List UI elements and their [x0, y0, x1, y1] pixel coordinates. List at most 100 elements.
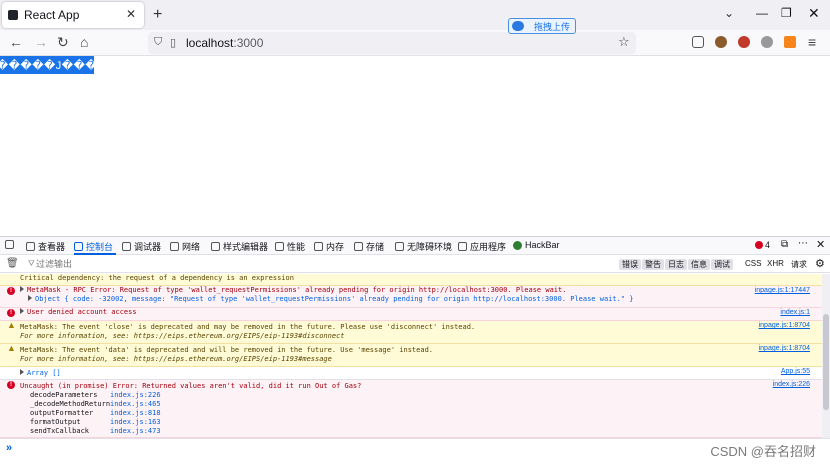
- error-icon: !: [7, 381, 15, 389]
- new-tab-button[interactable]: +: [153, 6, 162, 24]
- tab-style-editor[interactable]: 样式编辑器: [211, 240, 268, 253]
- object-preview[interactable]: Object { code: -32002, message: "Request…: [35, 295, 633, 303]
- array-preview[interactable]: Array []: [27, 369, 61, 377]
- console-prompt-icon[interactable]: »: [6, 442, 12, 454]
- devtools-panel: 查看器 控制台 调试器 网络 样式编辑器 性能 内存 存储 无障碍环境 应用程序…: [0, 236, 830, 467]
- list-tabs-icon[interactable]: ⌄: [724, 6, 734, 20]
- tab-accessibility[interactable]: 无障碍环境: [395, 240, 452, 253]
- filter-xhr-button[interactable]: XHR: [767, 259, 784, 268]
- home-icon[interactable]: ⌂: [80, 34, 88, 50]
- element-picker-icon[interactable]: [5, 240, 17, 249]
- cloud-upload-icon: [512, 21, 524, 31]
- error-dot-icon: [755, 241, 763, 249]
- console-icon: [74, 242, 83, 251]
- source-link[interactable]: App.js:55: [781, 368, 810, 375]
- stack-source-link[interactable]: index.js:818: [110, 409, 161, 418]
- tab-close-icon[interactable]: ✕: [126, 7, 136, 21]
- message-text: For more information, see: https://eips.…: [20, 332, 345, 340]
- application-icon: [458, 242, 467, 251]
- expand-triangle-icon[interactable]: [20, 286, 24, 292]
- pocket-icon[interactable]: [692, 36, 704, 48]
- filter-funnel-icon: ⛛: [28, 259, 35, 268]
- trash-icon[interactable]: 🗑: [6, 258, 19, 269]
- message-text: MetaMask - RPC Error: Request of type 'w…: [27, 286, 567, 294]
- source-link[interactable]: inpage.js:1:8704: [759, 345, 810, 352]
- shield-icon[interactable]: ⛉: [154, 36, 162, 49]
- tab-hackbar[interactable]: HackBar: [513, 240, 560, 250]
- window-close-icon[interactable]: ✕: [808, 5, 820, 22]
- upload-pill[interactable]: 拖拽上传: [508, 18, 576, 34]
- console-filter-bar: 🗑 ⛛ 错误 警告 日志 信息 调试 CSS XHR 请求 ⚙: [0, 256, 830, 273]
- filter-css-button[interactable]: CSS: [745, 259, 761, 268]
- tab-inspector[interactable]: 查看器: [26, 240, 65, 253]
- devtools-tab-bar: 查看器 控制台 调试器 网络 样式编辑器 性能 内存 存储 无障碍环境 应用程序…: [0, 237, 830, 255]
- more-options-icon[interactable]: ⋯: [798, 238, 808, 249]
- source-link[interactable]: inpage.js:1:8704: [759, 322, 810, 329]
- tab-performance[interactable]: 性能: [275, 240, 305, 253]
- error-icon: !: [7, 309, 15, 317]
- debugger-icon: [122, 242, 131, 251]
- extension-gray-icon[interactable]: [761, 36, 773, 48]
- react-favicon-icon: [8, 10, 18, 20]
- restore-icon[interactable]: ❐: [781, 6, 792, 20]
- filter-logs-button[interactable]: 日志: [665, 259, 687, 270]
- tab-network[interactable]: 网络: [170, 240, 200, 253]
- filter-debug-button[interactable]: 调试: [711, 259, 733, 270]
- extension-cookie-icon[interactable]: [715, 36, 727, 48]
- page-action-button[interactable]: �����J���: [0, 56, 97, 74]
- filter-requests-button[interactable]: 请求: [791, 259, 807, 270]
- accessibility-icon: [395, 242, 404, 251]
- tab-debugger[interactable]: 调试器: [122, 240, 161, 253]
- error-count-badge[interactable]: 4: [755, 240, 770, 250]
- tab-memory[interactable]: 内存: [314, 240, 344, 253]
- back-icon[interactable]: ←: [9, 34, 23, 50]
- filter-input[interactable]: [36, 259, 596, 269]
- stack-source-link[interactable]: index.js:473: [110, 427, 161, 436]
- settings-gear-icon[interactable]: ⚙: [815, 257, 825, 270]
- message-text: User denied account access: [27, 308, 137, 316]
- filter-errors-button[interactable]: 错误: [619, 259, 641, 270]
- network-icon: [170, 242, 179, 251]
- stack-frame: _decodeMethodReturn index.js:465: [30, 400, 161, 409]
- filter-warnings-button[interactable]: 警告: [642, 259, 664, 270]
- source-link[interactable]: index.js:1: [780, 309, 810, 316]
- tab-application[interactable]: 应用程序: [458, 240, 506, 253]
- tab-console[interactable]: 控制台: [74, 240, 113, 253]
- message-text: For more information, see: https://eips.…: [20, 355, 332, 363]
- reload-icon[interactable]: ↻: [57, 34, 69, 51]
- expand-triangle-icon[interactable]: [20, 308, 24, 314]
- dock-icon[interactable]: ⧉: [781, 239, 788, 250]
- tab-storage[interactable]: 存储: [354, 240, 384, 253]
- page-icon: ▯: [170, 37, 177, 49]
- devtools-close-icon[interactable]: ✕: [816, 238, 825, 251]
- hackbar-icon: [513, 240, 522, 250]
- browser-tab[interactable]: React App ✕: [2, 2, 144, 28]
- source-link[interactable]: index.js:226: [773, 381, 810, 388]
- extension-red-icon[interactable]: [738, 36, 750, 48]
- menu-icon[interactable]: ≡: [808, 34, 816, 50]
- console-message: ! MetaMask - RPC Error: Request of type …: [0, 286, 822, 308]
- bookmark-star-icon[interactable]: ☆: [618, 34, 630, 50]
- active-tab-indicator: [74, 253, 116, 255]
- expand-triangle-icon[interactable]: [20, 369, 24, 375]
- console-input-row[interactable]: »: [0, 438, 830, 458]
- performance-icon: [275, 242, 284, 251]
- warning-icon: ▲: [7, 343, 16, 353]
- tab-bar: React App ✕ + ⌄ — ❐ ✕: [0, 0, 830, 30]
- stack-frame: outputFormatter index.js:818: [30, 409, 161, 418]
- forward-icon[interactable]: →: [34, 34, 48, 50]
- url-text: localhost:3000: [186, 36, 264, 50]
- stack-source-link[interactable]: index.js:465: [110, 400, 161, 409]
- message-text: Uncaught (in promise) Error: Returned va…: [20, 382, 362, 390]
- stack-trace: decodeParameters index.js:226 _decodeMeth…: [20, 391, 758, 436]
- stack-source-link[interactable]: index.js:163: [110, 418, 161, 427]
- expand-triangle-icon[interactable]: [28, 295, 32, 301]
- minimize-icon[interactable]: —: [756, 6, 768, 20]
- console-scrollbar[interactable]: [822, 274, 830, 438]
- filter-info-button[interactable]: 信息: [688, 259, 710, 270]
- source-link[interactable]: inpage.js:1:17447: [755, 287, 810, 294]
- metamask-fox-icon[interactable]: [784, 36, 796, 48]
- url-bar[interactable]: ⛉ ▯ localhost:3000 ☆: [148, 32, 636, 54]
- stack-source-link[interactable]: index.js:226: [110, 391, 161, 400]
- scrollbar-thumb[interactable]: [823, 314, 829, 410]
